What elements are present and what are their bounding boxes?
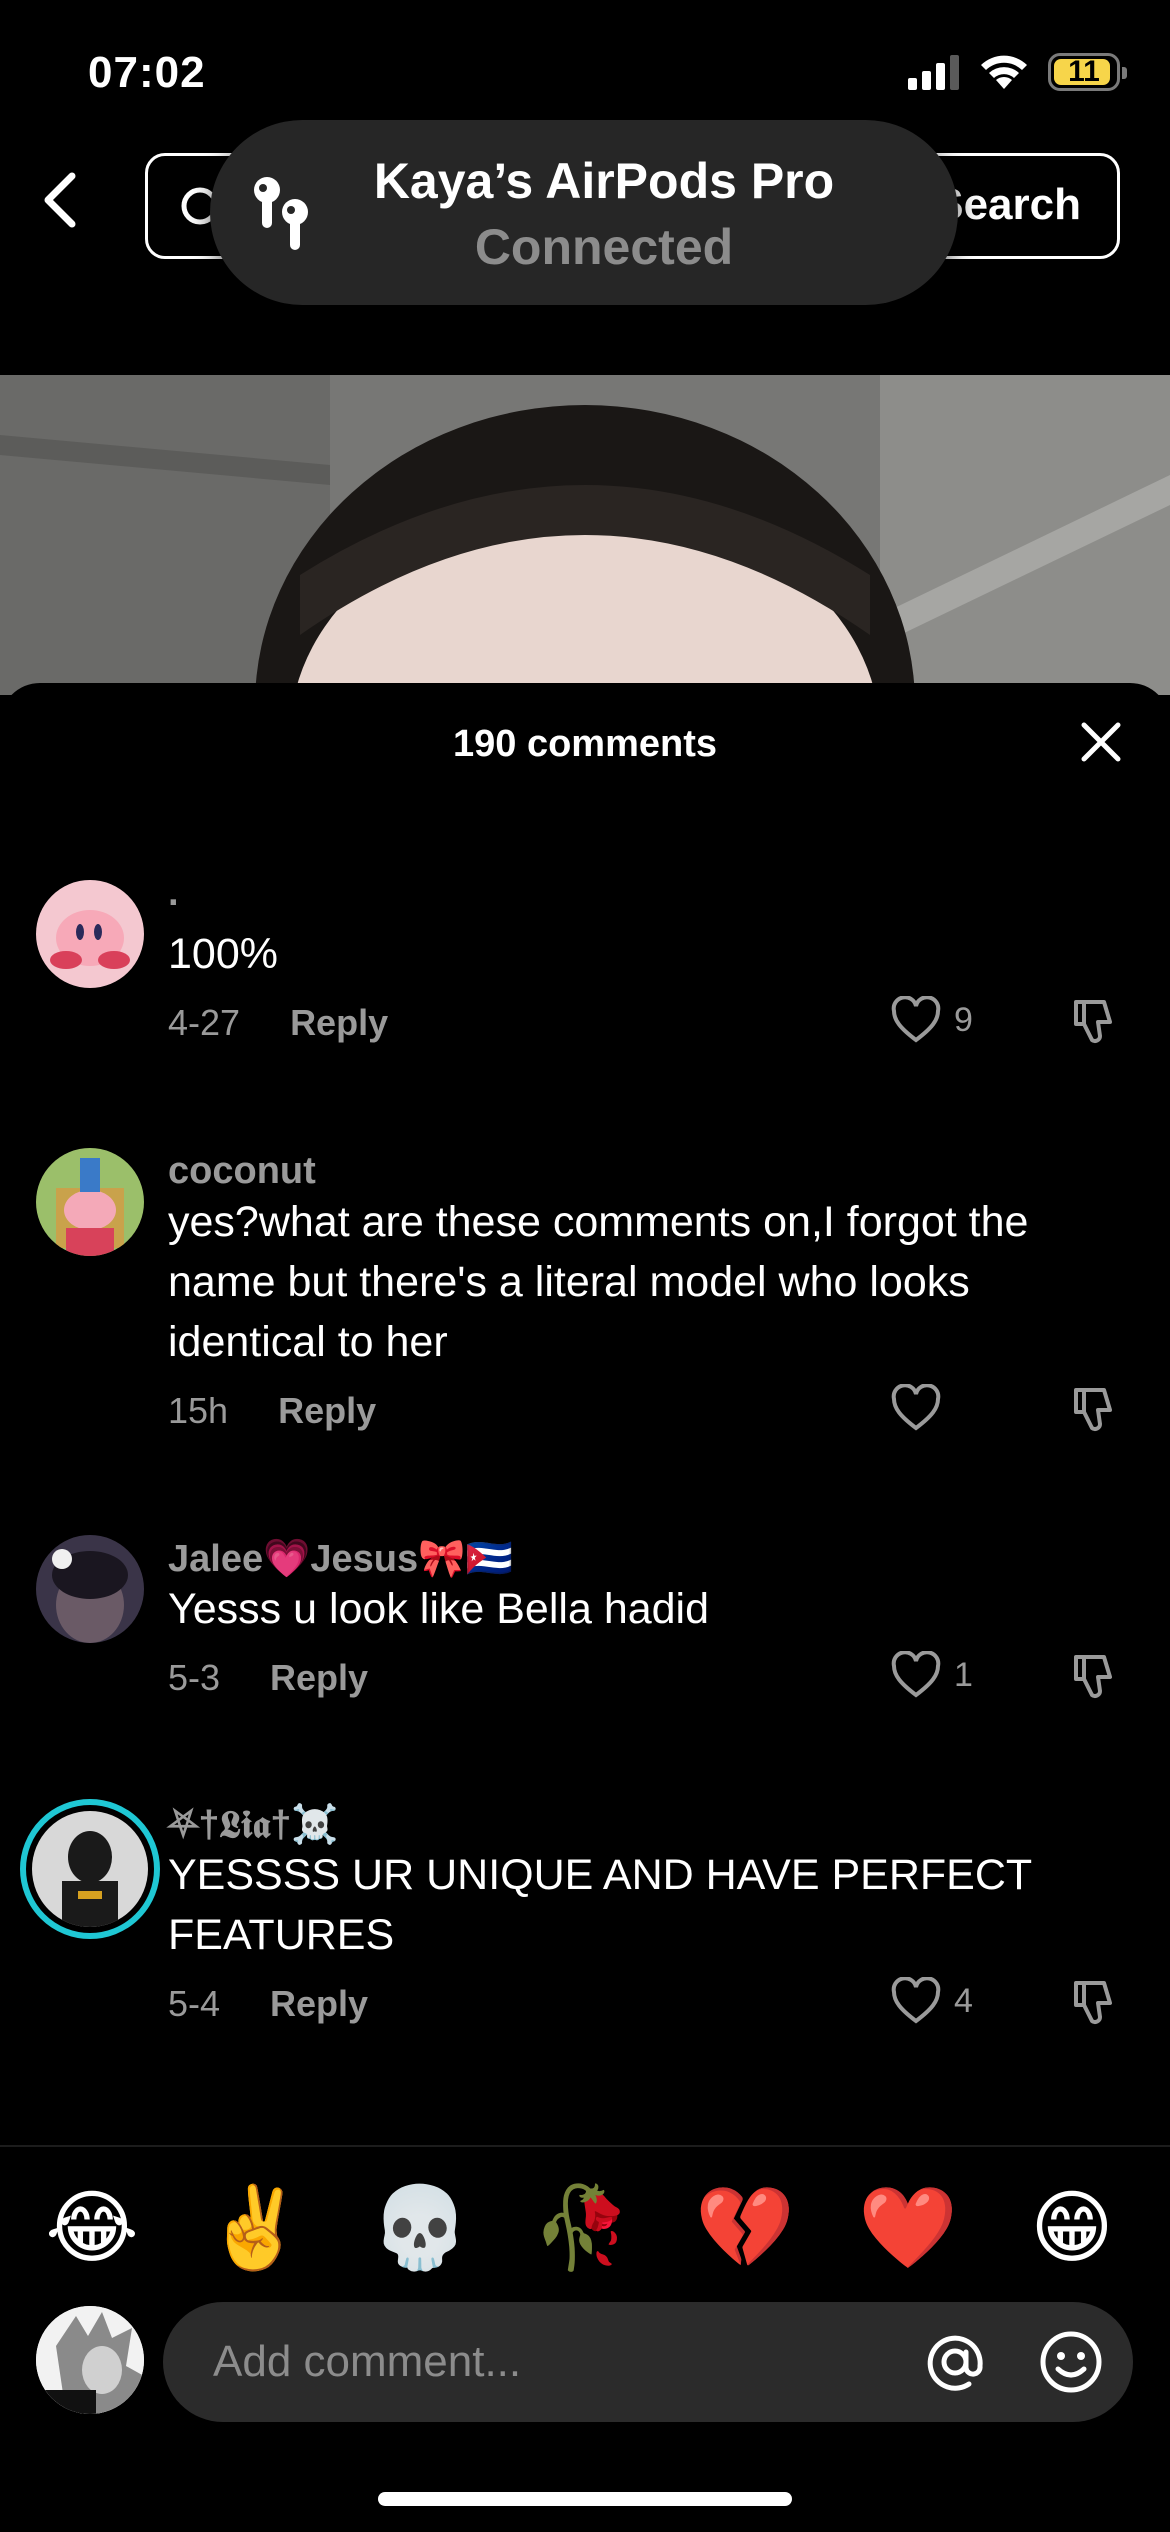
heart-icon xyxy=(891,996,941,1043)
comment-date: 15h xyxy=(168,1390,229,1431)
my-avatar-image xyxy=(36,2306,144,2414)
thumbs-down-icon xyxy=(1074,1388,1112,1431)
mention-button[interactable] xyxy=(915,2322,995,2402)
airpods-title: Kaya’s AirPods Pro xyxy=(373,153,835,209)
airpods-connected-popup: Kaya’s AirPods Pro Connected xyxy=(210,120,958,305)
comments-count-title: 190 comments xyxy=(452,723,717,765)
home-indicator[interactable] xyxy=(378,2492,792,2506)
thumbs-down-icon xyxy=(1074,1000,1112,1043)
emoji-picker-button[interactable] xyxy=(1031,2322,1111,2402)
avatar[interactable] xyxy=(36,1535,144,1643)
comment-input[interactable] xyxy=(213,2302,913,2422)
comment-author[interactable]: Jalee💗Jesus🎀🇨🇺 xyxy=(168,1537,513,1581)
like-count: 4 xyxy=(954,1981,973,2020)
like-button[interactable] xyxy=(890,1384,954,1432)
like-count: 9 xyxy=(954,1000,973,1039)
emoji-button-joy[interactable]: 😂 xyxy=(42,2183,142,2273)
at-sign-icon xyxy=(927,2335,983,2391)
comment-meta: 15h Reply xyxy=(168,1390,376,1432)
avatar[interactable] xyxy=(36,1148,144,1256)
like-button[interactable]: 9 xyxy=(890,996,973,1044)
comment-author[interactable]: coconut xyxy=(168,1150,316,1193)
heart-icon xyxy=(891,1977,941,2024)
heart-icon xyxy=(891,1651,941,1698)
reply-button[interactable]: Reply xyxy=(270,1983,368,2025)
thumbs-down-icon xyxy=(1074,1981,1112,2024)
like-count: 1 xyxy=(954,1655,973,1694)
comment-author[interactable]: · xyxy=(168,882,181,925)
close-icon xyxy=(1081,722,1121,762)
emoji-button-grin[interactable]: 😁 xyxy=(1022,2183,1122,2273)
comment-author[interactable]: ⛧†𝕷𝖎𝖆†☠️ xyxy=(168,1803,339,1847)
video-preview[interactable] xyxy=(0,375,1170,695)
thumbs-down-icon xyxy=(1074,1655,1112,1698)
user-avatar-image xyxy=(32,1811,148,1927)
comment-meta: 5-3 Reply xyxy=(168,1657,368,1699)
reply-button[interactable]: Reply xyxy=(270,1657,368,1699)
reply-button[interactable]: Reply xyxy=(278,1390,376,1432)
battery-level: 11 xyxy=(1068,55,1100,88)
comment-text: YESSSS UR UNIQUE AND HAVE PERFECT FEATUR… xyxy=(168,1851,1032,1959)
dislike-button[interactable] xyxy=(1070,1977,1122,2034)
my-avatar[interactable] xyxy=(36,2306,144,2414)
cellular-signal-icon xyxy=(908,55,959,90)
battery-icon: 11 xyxy=(1048,53,1127,91)
user-avatar-image xyxy=(36,1535,144,1643)
status-icons: 11 xyxy=(908,50,1127,94)
emoji-button-wilted-rose[interactable]: 🥀 xyxy=(532,2183,632,2273)
comment-date: 5-3 xyxy=(168,1657,221,1698)
emoji-button-heart[interactable]: ❤️ xyxy=(858,2183,958,2273)
like-button[interactable]: 4 xyxy=(890,1977,973,2025)
kirby-avatar-image xyxy=(36,880,144,988)
emoji-button-broken-heart[interactable]: 💔 xyxy=(695,2183,795,2273)
comment-text: Yesss u look like Bella hadid xyxy=(168,1585,710,1633)
comment-meta: 4-27 Reply xyxy=(168,1002,388,1044)
dislike-button[interactable] xyxy=(1070,1651,1122,1708)
quick-emoji-bar: 😂 ✌️ 💀 🥀 💔 ❤️ 😁 xyxy=(0,2145,1170,2295)
comment-composer xyxy=(163,2302,1133,2422)
airpods-status: Connected xyxy=(474,219,734,275)
comment-meta: 5-4 Reply xyxy=(168,1983,368,2025)
peppa-avatar-image xyxy=(36,1148,144,1256)
dislike-button[interactable] xyxy=(1070,1384,1122,1441)
chevron-left-icon xyxy=(44,172,76,228)
back-button[interactable] xyxy=(40,170,100,242)
reply-button[interactable]: Reply xyxy=(290,1002,388,1044)
comment-text: 100% xyxy=(168,930,278,978)
wifi-icon xyxy=(981,55,1027,89)
comment-date: 5-4 xyxy=(168,1983,221,2024)
emoji-button-skull[interactable]: 💀 xyxy=(370,2183,470,2273)
close-button[interactable] xyxy=(1078,719,1124,765)
emoji-button-victory[interactable]: ✌️ xyxy=(205,2183,305,2273)
heart-icon xyxy=(891,1384,941,1431)
comment-text: yes?what are these comments on,I forgot … xyxy=(168,1198,1029,1366)
status-time: 07:02 xyxy=(88,48,206,97)
dislike-button[interactable] xyxy=(1070,996,1122,1053)
comment-date: 4-27 xyxy=(168,1002,241,1043)
like-button[interactable]: 1 xyxy=(890,1651,973,1699)
avatar[interactable] xyxy=(36,880,144,988)
video-frame xyxy=(0,375,1170,695)
avatar-story-ring[interactable] xyxy=(20,1799,160,1939)
smiley-icon xyxy=(1040,2331,1102,2393)
